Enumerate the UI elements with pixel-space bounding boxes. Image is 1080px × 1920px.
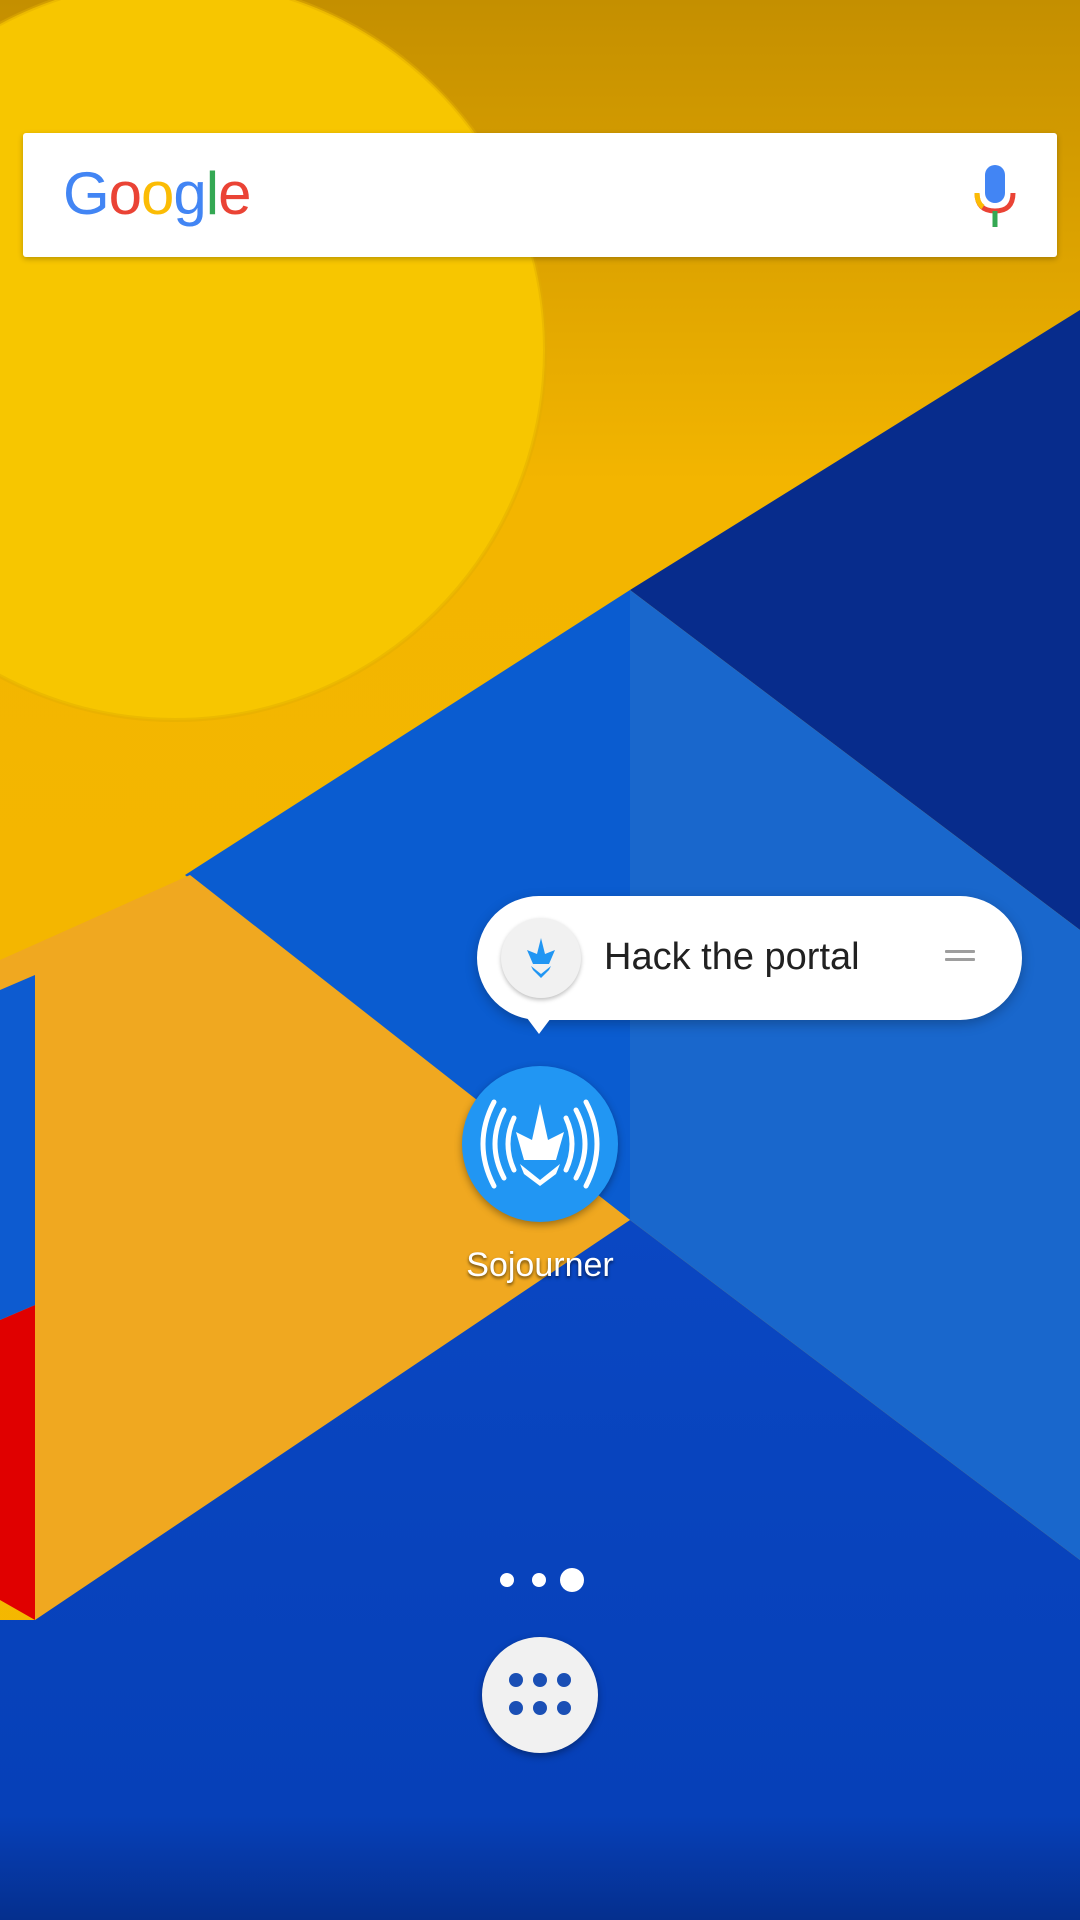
- ingress-scanner-icon: [501, 918, 581, 998]
- google-search-bar[interactable]: Google: [23, 133, 1057, 257]
- page-dot-active: [560, 1568, 584, 1592]
- shortcut-label[interactable]: Hack the portal: [604, 934, 860, 980]
- drag-handle-icon[interactable]: [945, 950, 975, 964]
- mic-icon[interactable]: [973, 165, 1017, 229]
- page-dot: [532, 1573, 546, 1587]
- app-label: Sojourner: [466, 1246, 614, 1284]
- page-indicator: [498, 1565, 588, 1593]
- google-logo: Google: [63, 160, 252, 227]
- apps-grid-icon[interactable]: [482, 1637, 598, 1753]
- page-dot: [500, 1573, 514, 1587]
- sojourner-app-icon[interactable]: [462, 1066, 618, 1222]
- popup-pointer: [527, 1018, 551, 1034]
- app-shortcut-popup[interactable]: Hack the portal: [477, 896, 1022, 1020]
